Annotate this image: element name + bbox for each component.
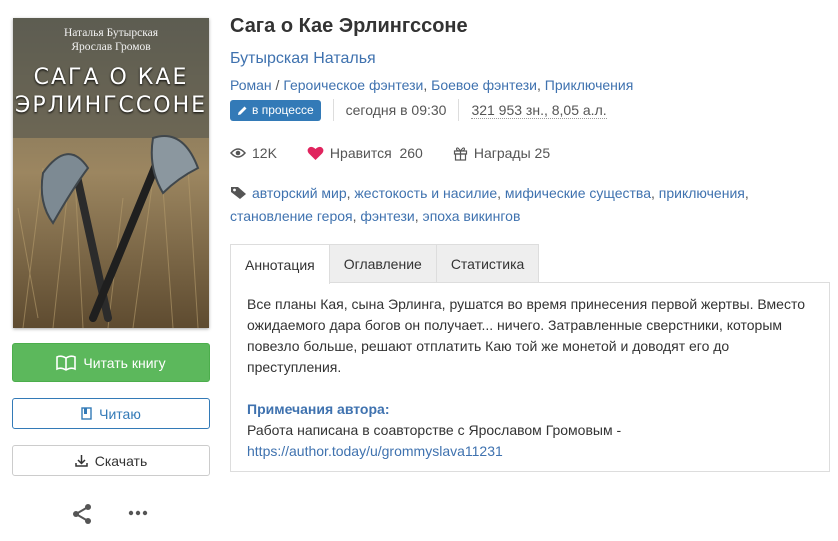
form-link[interactable]: Роман	[230, 77, 272, 93]
download-button[interactable]: Скачать	[12, 445, 210, 476]
genre-link[interactable]: Героическое фэнтези	[283, 77, 423, 93]
divider	[458, 99, 460, 121]
read-book-button[interactable]: Читать книгу	[12, 343, 210, 382]
annotation-text: Все планы Кая, сына Эрлинга, рушатся во …	[247, 296, 805, 375]
stats-row: 12K Нравится 260 Награды 25	[230, 143, 580, 163]
read-book-label: Читать книгу	[83, 354, 166, 371]
book-cover: Наталья Бутырская Ярослав Громов САГА О …	[13, 18, 209, 328]
genre-link[interactable]: Приключения	[545, 77, 634, 93]
tab-bar: Аннотация Оглавление Статистика	[230, 244, 540, 284]
tag-list: авторский мир, жестокость и насилие, миф…	[230, 185, 749, 224]
tag-icon	[230, 185, 248, 206]
tab-annotation[interactable]: Аннотация	[230, 244, 330, 284]
genre-list: Роман / Героическое фэнтези, Боевое фэнт…	[230, 77, 633, 93]
author-link[interactable]: Бутырская Наталья	[230, 50, 376, 68]
status-row: в процессе сегодня в 09:30 321 953 зн., …	[230, 99, 607, 121]
tag-link[interactable]: авторский мир	[252, 185, 347, 201]
author-notes-text: Работа написана в соавторстве с Ярославо…	[247, 422, 622, 438]
cover-title-line-1: САГА О КАЕ	[33, 65, 189, 90]
views-stat: 12K	[230, 145, 277, 161]
likes-count: 260	[399, 145, 423, 161]
tag-link[interactable]: приключения	[659, 185, 745, 201]
reading-label: Читаю	[99, 405, 141, 422]
more-options-icon[interactable]	[127, 506, 149, 520]
tag-link[interactable]: эпоха викингов	[423, 208, 521, 224]
updated-time: сегодня в 09:30	[345, 102, 447, 118]
heart-icon	[307, 146, 324, 161]
cover-author-2: Ярослав Громов	[71, 41, 151, 53]
cover-authors: Наталья Бутырская Ярослав Громов	[13, 26, 209, 54]
reading-button[interactable]: Читаю	[12, 398, 210, 429]
cover-title: САГА О КАЕ ЭРЛИНГССОНЕ	[13, 64, 209, 120]
bookmark-book-icon	[81, 407, 92, 420]
likes-stat[interactable]: Нравится 260	[307, 145, 423, 161]
status-badge: в процессе	[230, 99, 321, 121]
share-icon[interactable]	[71, 503, 93, 525]
genre-link[interactable]: Боевое фэнтези	[431, 77, 537, 93]
tag-link[interactable]: мифические существа	[505, 185, 651, 201]
genre-separator: /	[271, 77, 284, 93]
views-count: 12K	[252, 145, 277, 161]
tab-statistics[interactable]: Статистика	[435, 244, 540, 283]
pencil-icon	[237, 105, 248, 116]
annotation-panel: Все планы Кая, сына Эрлинга, рушатся во …	[230, 282, 830, 472]
cover-title-line-2: ЭРЛИНГССОНЕ	[14, 93, 208, 118]
book-title: Сага о Кае Эрлингссоне	[230, 15, 468, 37]
status-label: в процессе	[252, 103, 314, 117]
download-icon	[75, 454, 88, 467]
tag-link[interactable]: становление героя	[230, 208, 353, 224]
awards-stat[interactable]: Награды 25	[453, 145, 550, 161]
cover-author-1: Наталья Бутырская	[63, 27, 159, 39]
genre-comma: ,	[423, 77, 432, 93]
divider	[332, 99, 334, 121]
likes-label: Нравится	[329, 145, 392, 161]
awards-label: Награды	[473, 145, 531, 161]
tab-contents[interactable]: Оглавление	[328, 244, 437, 283]
download-label: Скачать	[94, 452, 148, 469]
gift-icon	[453, 146, 468, 161]
genre-comma: ,	[537, 77, 545, 93]
awards-count: 25	[534, 145, 551, 161]
author-notes-title: Примечания автора:	[247, 401, 390, 417]
tag-link[interactable]: фэнтези	[360, 208, 414, 224]
book-size[interactable]: 321 953 зн., 8,05 а.л.	[471, 102, 607, 119]
tag-link[interactable]: жестокость и насилие	[354, 185, 497, 201]
open-book-icon	[56, 354, 77, 371]
eye-icon	[230, 147, 246, 159]
author-notes-link[interactable]: https://author.today/u/grommyslava11231	[247, 443, 503, 459]
